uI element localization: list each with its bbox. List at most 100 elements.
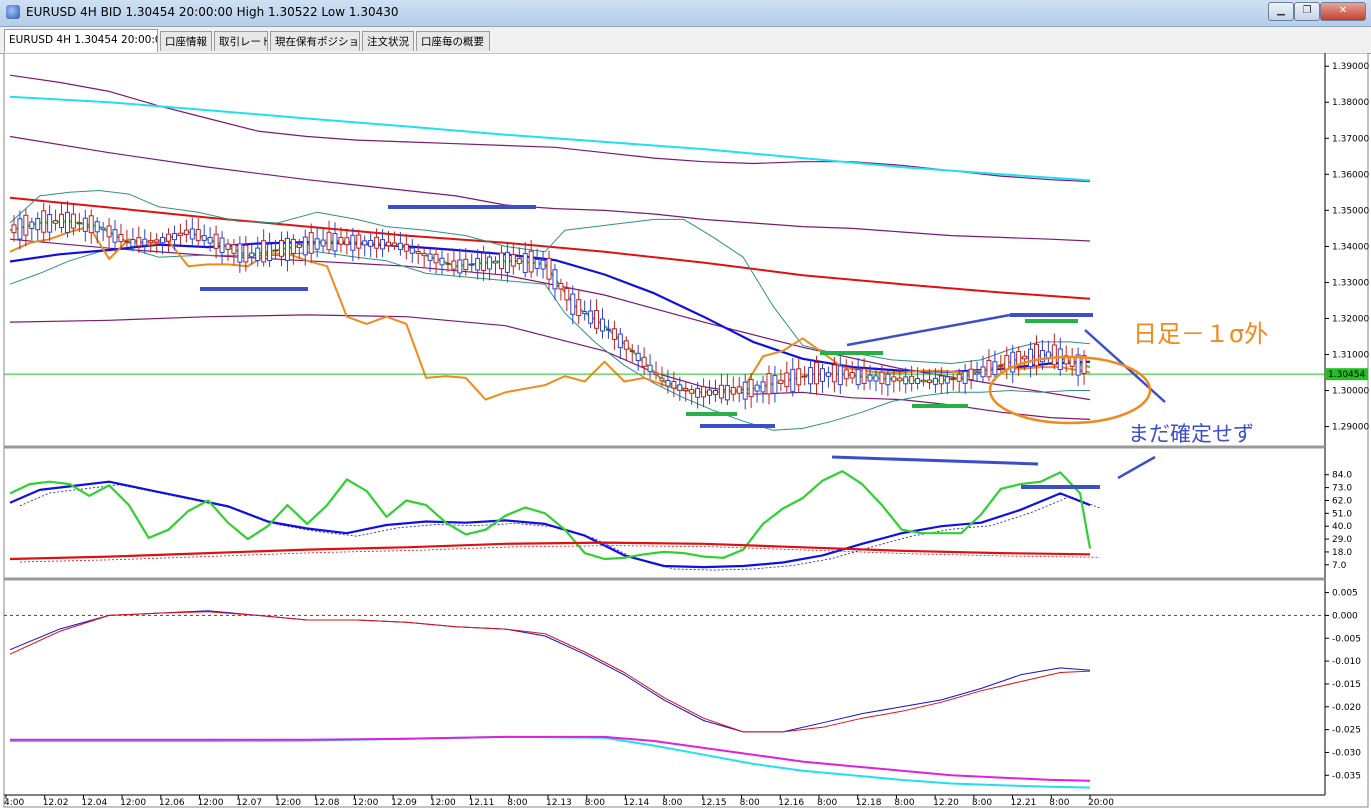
candle-body [855,369,861,386]
candle-body [760,381,766,393]
candle-body [790,368,796,392]
candle-body [243,244,249,263]
candle-body [629,350,635,353]
candle-body [415,250,421,254]
candle-body [748,378,754,398]
candle-body [76,222,82,225]
tab-chart[interactable]: EURUSD 4H 1.30454 20:00:00 [4,29,158,52]
x-tick-label: 12:00 [120,798,146,808]
y-tick-label: 1.36000 [1332,170,1369,180]
candle-body [861,368,867,384]
candle-body [689,389,695,394]
x-tick-label: 12.14 [623,798,649,808]
candle-body [344,237,350,246]
candle-body [641,356,647,367]
tab-account-summary[interactable]: 口座毎の概要 [416,31,490,51]
y-tick-label: 51.0 [1332,509,1352,519]
x-tick-label: 20:00 [1088,798,1114,808]
y-tick-label: 29.0 [1332,535,1352,545]
candle-body [802,375,808,378]
candle-body [724,384,730,401]
chart-area[interactable]: 1.39000 1.38000 1.37000 1.36000 1.35000 1.340… [0,53,1371,808]
x-tick-label: 8:00 [894,798,914,808]
y-tick-label: -0.035 [1332,771,1361,781]
y-tick-label: -0.025 [1332,726,1361,736]
tab-rates[interactable]: 取引レート [214,31,268,51]
candle-body [837,365,843,386]
x-tick-label: 12.07 [236,798,262,808]
candle-body [350,234,356,251]
close-button[interactable]: ✕ [1320,2,1366,21]
candle-body [385,241,391,247]
candle-body [1022,355,1028,360]
candle-body [445,262,451,265]
candle-body [53,219,59,224]
y-tick-label: -0.010 [1332,657,1361,667]
candle-body [766,373,772,395]
y-tick-label: 0.000 [1332,611,1358,621]
x-tick-label: 8:00 [585,798,605,808]
x-tick-label: 12.13 [546,798,572,808]
candle-body [463,258,469,271]
candle-body [588,310,594,324]
candle-body [397,242,403,250]
candle-body [867,374,873,382]
candle-body [528,250,534,273]
daily-sigma-note: 日足－１σ外 [1133,320,1268,348]
candle-body [540,259,546,270]
candle-body [255,247,261,262]
candle-body [808,367,814,385]
candle-body [201,235,207,241]
y-tick-label: 1.34000 [1332,242,1369,252]
x-tick-label: 4:00 [4,798,24,808]
tab-positions[interactable]: 現在保有ポジション [270,31,360,51]
candle-body [819,368,825,382]
candle-body [1028,348,1034,368]
candle-body [278,239,284,257]
candle-body [564,287,570,301]
candle-body [671,380,677,389]
candle-body [154,239,160,243]
y-tick-label: 1.37000 [1332,134,1369,144]
y-tick-label: -0.020 [1332,703,1361,713]
candle-body [504,251,510,273]
candle-body [576,299,582,317]
candle-body [659,377,665,382]
candle-body [1010,351,1016,373]
candle-body [112,229,118,243]
candle-body [391,242,397,247]
candle-body [944,376,950,384]
candle-body [427,253,433,261]
tab-orders[interactable]: 注文状況 [362,31,414,51]
candle-body [677,384,683,391]
candle-body [915,377,921,384]
candle-body [332,233,338,252]
candle-body [701,386,707,398]
candle-body [665,380,671,387]
candle-body [326,231,332,251]
x-tick-label: 8:00 [740,798,760,808]
tab-account-info[interactable]: 口座情報 [160,31,212,51]
candle-body [623,340,629,350]
candle-body [683,387,689,391]
candle-body [718,384,724,399]
candle-body [189,228,195,240]
x-tick-label: 12.04 [81,798,107,808]
candle-body [814,361,820,385]
candle-body [986,359,992,378]
candle-body [653,372,659,376]
candle-body [998,364,1004,367]
candle-body [94,221,100,233]
candle-body [177,232,183,236]
candle-body [362,240,368,246]
candle-body [552,269,558,290]
candle-body [320,239,326,247]
minimize-button[interactable]: ▁ [1268,2,1294,21]
candle-body [968,368,974,381]
candle-body [909,375,915,385]
maximize-button[interactable]: ❐ [1294,2,1320,21]
candle-body [534,258,540,269]
x-tick-label: 8:00 [972,798,992,808]
y-tick-label: 0.005 [1332,589,1358,599]
candle-body [421,252,427,257]
